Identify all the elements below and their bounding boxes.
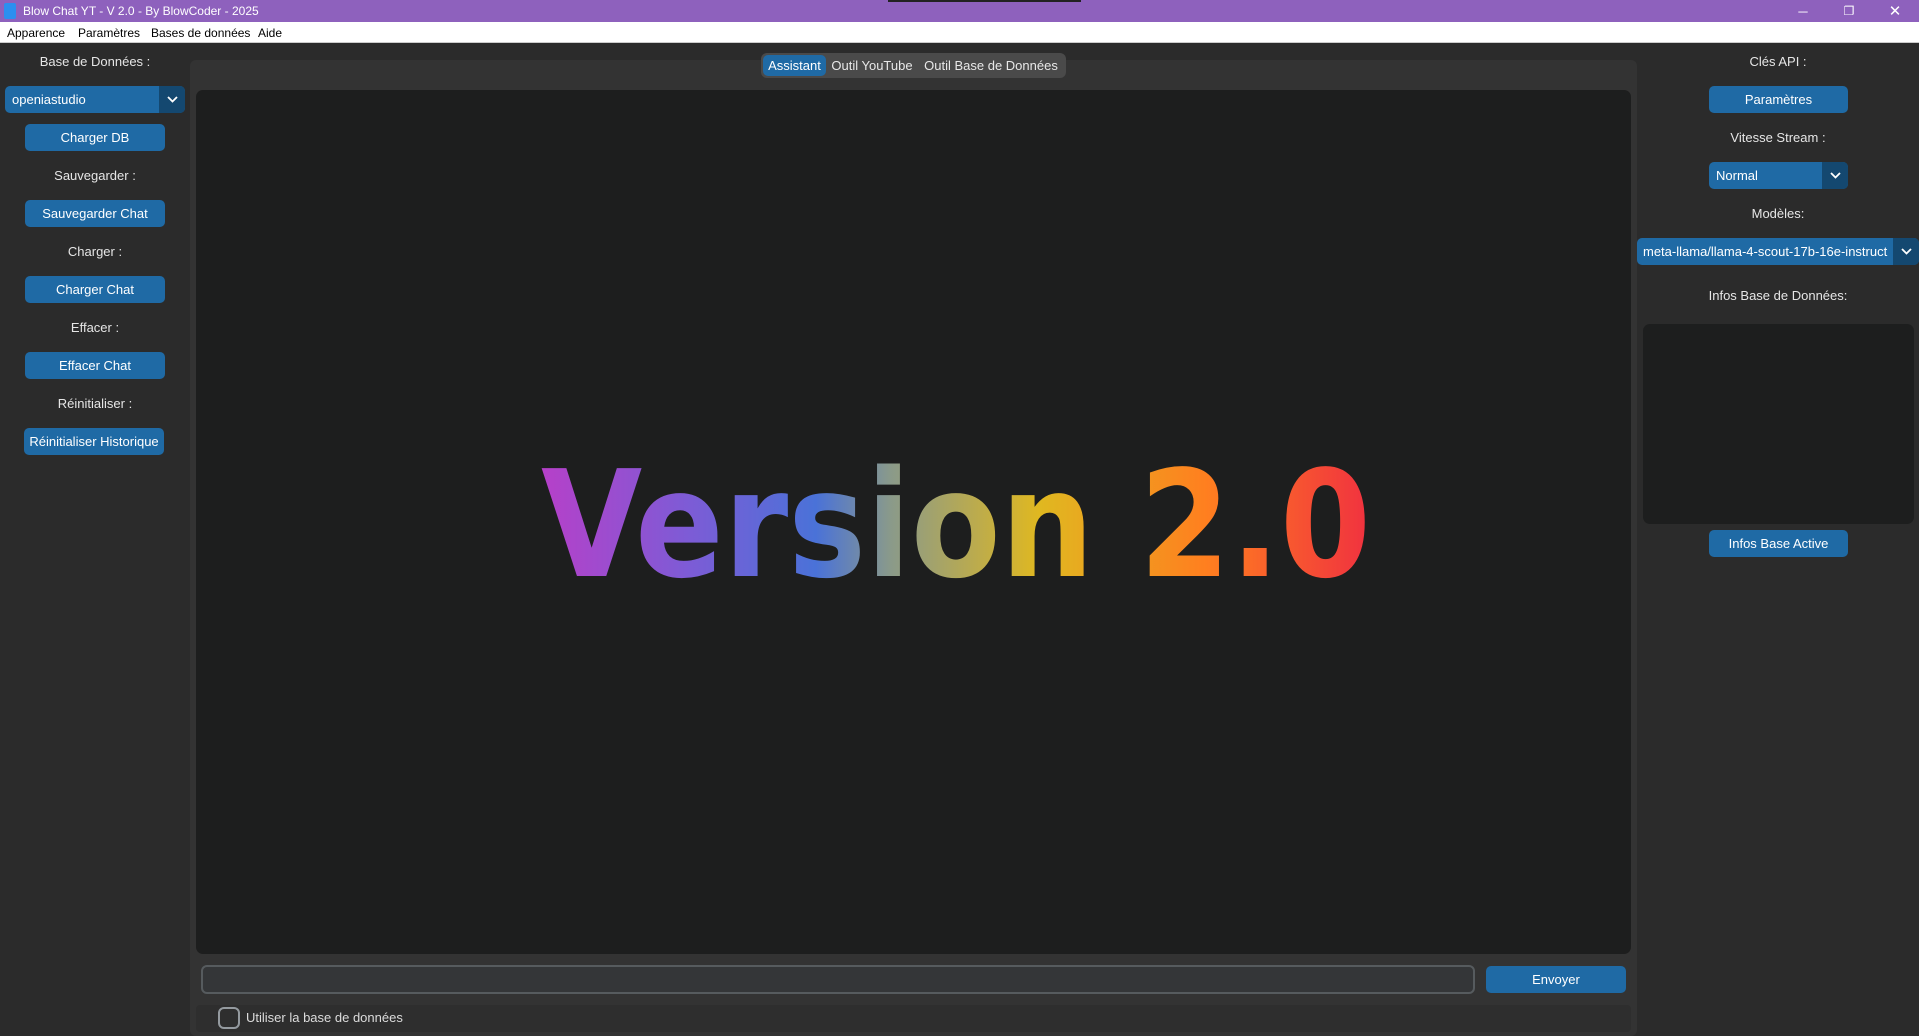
db-label: Base de Données : <box>39 54 151 69</box>
db-select-value: openiastudio <box>12 92 86 107</box>
restore-icon[interactable]: ❐ <box>1826 0 1872 22</box>
message-input[interactable] <box>201 965 1475 994</box>
menu-aide[interactable]: Aide <box>258 26 282 40</box>
active-base-info-button[interactable]: Infos Base Active <box>1709 530 1848 557</box>
clear-chat-button[interactable]: Effacer Chat <box>25 352 165 379</box>
tab-selector: Assistant Outil YouTube Outil Base de Do… <box>761 53 1066 78</box>
stream-speed-label: Vitesse Stream : <box>1730 130 1826 145</box>
use-db-checkbox-label: Utiliser la base de données <box>246 1010 403 1025</box>
chevron-down-icon[interactable] <box>1822 162 1848 189</box>
db-select[interactable]: openiastudio <box>5 86 185 113</box>
stream-speed-select[interactable]: Normal <box>1709 162 1848 189</box>
window-titlebar: Blow Chat YT - V 2.0 - By BlowCoder - 20… <box>0 0 1919 22</box>
db-info-label: Infos Base de Données: <box>1708 288 1848 303</box>
load-label: Charger : <box>67 244 123 259</box>
reset-label: Réinitialiser : <box>57 396 133 411</box>
window-title: Blow Chat YT - V 2.0 - By BlowCoder - 20… <box>23 4 259 18</box>
save-label: Sauvegarder : <box>54 168 136 183</box>
save-chat-button[interactable]: Sauvegarder Chat <box>25 200 165 227</box>
load-db-button[interactable]: Charger DB <box>25 124 165 151</box>
tab-youtube-tool[interactable]: Outil YouTube <box>827 55 917 76</box>
use-db-checkbox[interactable] <box>218 1007 240 1029</box>
menu-bases-de-donnees[interactable]: Bases de données <box>151 26 250 40</box>
tab-assistant[interactable]: Assistant <box>763 55 826 76</box>
menu-parametres[interactable]: Paramètres <box>78 26 140 40</box>
titlebar-indicator <box>888 0 1081 2</box>
menubar: Apparence Paramètres Bases de données Ai… <box>0 22 1919 43</box>
tab-database-tool[interactable]: Outil Base de Données <box>918 55 1064 76</box>
models-label: Modèles: <box>1751 206 1805 221</box>
checkbox-row <box>196 1005 1631 1032</box>
version-splash: Version 2.0 <box>541 439 1371 611</box>
close-icon[interactable]: ✕ <box>1872 0 1918 22</box>
reset-history-button[interactable]: Réinitialiser Historique <box>24 428 164 455</box>
send-button[interactable]: Envoyer <box>1486 966 1626 993</box>
model-select-value: meta-llama/llama-4-scout-17b-16e-instruc… <box>1643 244 1888 259</box>
app-icon <box>4 3 16 19</box>
clear-label: Effacer : <box>70 320 120 335</box>
chevron-down-icon[interactable] <box>1893 238 1919 265</box>
load-chat-button[interactable]: Charger Chat <box>25 276 165 303</box>
chat-display: Version 2.0 <box>196 90 1631 954</box>
model-select[interactable]: meta-llama/llama-4-scout-17b-16e-instruc… <box>1637 238 1919 265</box>
db-info-box <box>1643 324 1914 524</box>
menu-apparence[interactable]: Apparence <box>7 26 65 40</box>
minimize-icon[interactable]: ─ <box>1780 0 1826 22</box>
api-keys-label: Clés API : <box>1749 54 1807 69</box>
version-text: Version 2.0 <box>541 439 1371 611</box>
settings-button[interactable]: Paramètres <box>1709 86 1848 113</box>
chevron-down-icon[interactable] <box>159 86 185 113</box>
stream-speed-value: Normal <box>1716 168 1758 183</box>
